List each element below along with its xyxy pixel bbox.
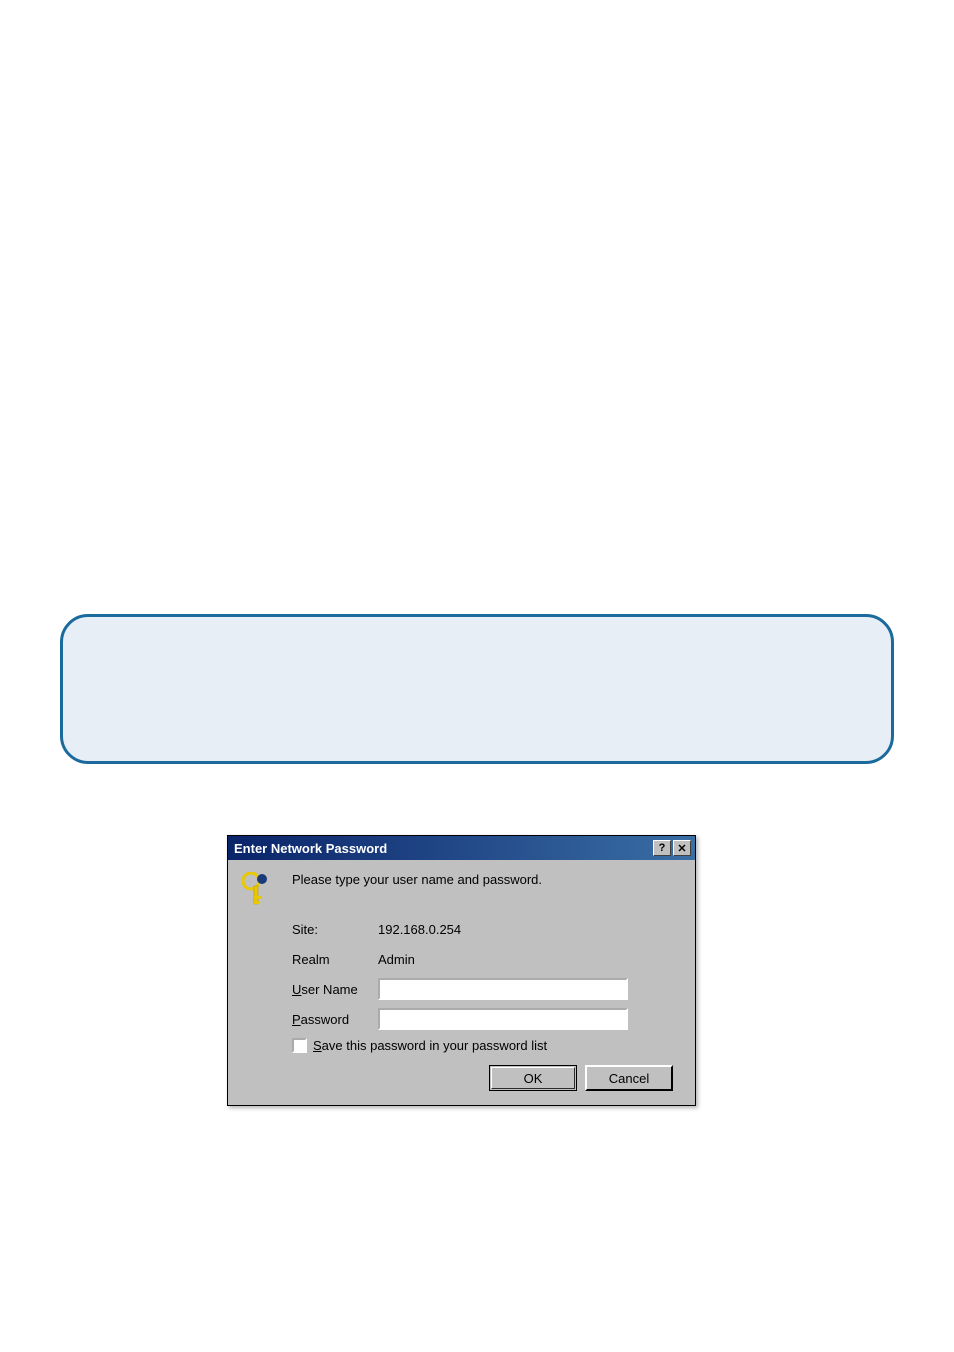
save-password-checkbox[interactable] <box>292 1038 307 1053</box>
realm-row: Realm Admin <box>292 948 681 970</box>
site-label: Site: <box>292 922 378 937</box>
dialog-body: Please type your user name and password.… <box>228 860 695 1105</box>
save-password-row: Save this password in your password list <box>292 1038 681 1053</box>
titlebar[interactable]: Enter Network Password ? ✕ <box>228 836 695 860</box>
close-icon: ✕ <box>677 842 686 855</box>
username-label: User Name <box>292 982 378 997</box>
site-row: Site: 192.168.0.254 <box>292 918 681 940</box>
realm-value: Admin <box>378 952 415 967</box>
help-button[interactable]: ? <box>653 840 671 856</box>
site-value: 192.168.0.254 <box>378 922 461 937</box>
ok-button-label: OK <box>524 1071 543 1086</box>
titlebar-buttons: ? ✕ <box>653 840 691 856</box>
cancel-button[interactable]: Cancel <box>585 1065 673 1091</box>
password-label: Password <box>292 1012 378 1027</box>
note-box <box>60 614 894 764</box>
key-icon <box>242 872 278 908</box>
titlebar-title: Enter Network Password <box>232 841 653 856</box>
cancel-button-label: Cancel <box>609 1071 649 1086</box>
realm-label: Realm <box>292 952 378 967</box>
network-password-dialog: Enter Network Password ? ✕ Please type y… <box>227 835 696 1106</box>
password-input[interactable] <box>378 1008 628 1030</box>
password-row: Password <box>292 1008 681 1030</box>
username-row: User Name <box>292 978 681 1000</box>
button-row: OK Cancel <box>242 1065 681 1091</box>
username-input[interactable] <box>378 978 628 1000</box>
form-area: Site: 192.168.0.254 Realm Admin User Nam… <box>292 918 681 1030</box>
ok-button[interactable]: OK <box>489 1065 577 1091</box>
prompt-text: Please type your user name and password. <box>292 872 542 887</box>
help-icon: ? <box>659 842 666 854</box>
prompt-row: Please type your user name and password. <box>242 872 681 908</box>
close-button[interactable]: ✕ <box>673 840 691 856</box>
save-password-label: Save this password in your password list <box>313 1038 547 1053</box>
